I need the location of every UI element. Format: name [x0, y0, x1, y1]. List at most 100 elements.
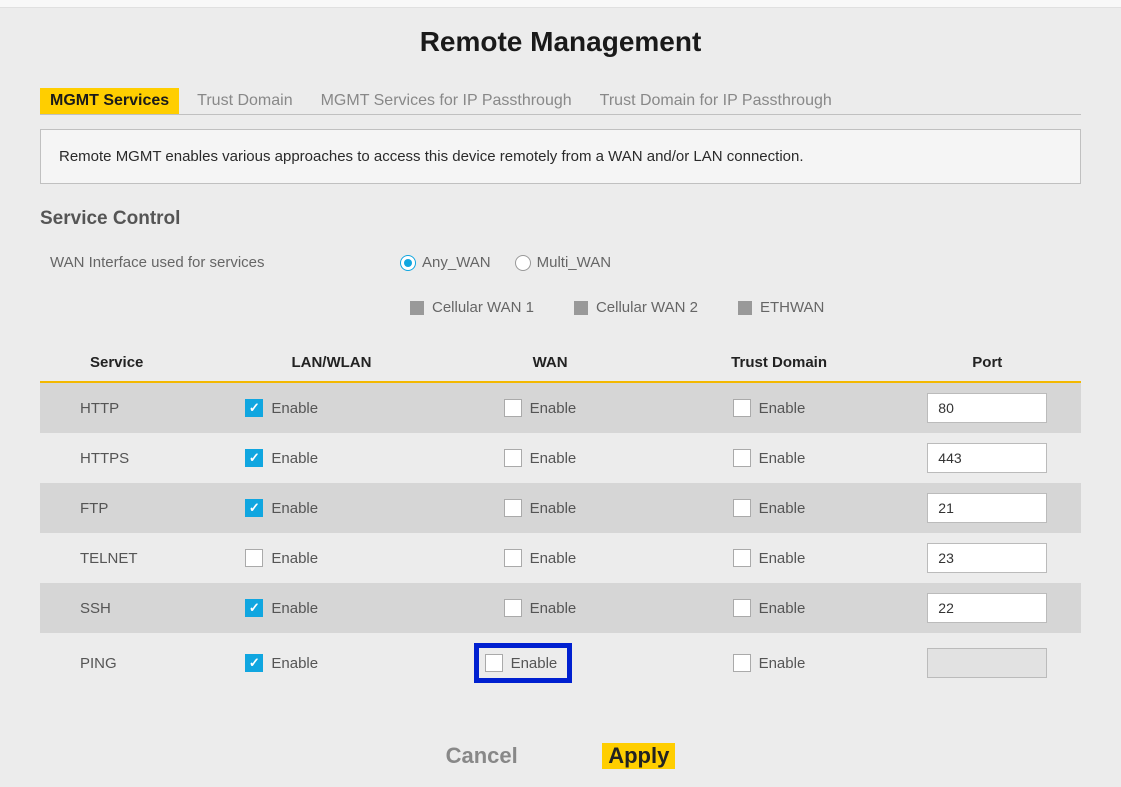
checkbox-label: Enable	[271, 600, 318, 617]
table-row: TELNET Enable Enable Enable	[40, 533, 1081, 583]
action-bar: Cancel Apply	[40, 743, 1081, 769]
cancel-button[interactable]: Cancel	[446, 743, 518, 769]
http-trust-checkbox[interactable]: Enable	[673, 399, 886, 417]
https-trust-checkbox[interactable]: Enable	[673, 449, 886, 467]
tab-mgmt-services-for-ip-passthrough[interactable]: MGMT Services for IP Passthrough	[311, 88, 582, 114]
telnet-port-input[interactable]	[927, 543, 1047, 573]
wan-legend: Cellular WAN 1 Cellular WAN 2 ETHWAN	[410, 299, 1081, 316]
checkbox-label: Enable	[530, 600, 577, 617]
ssh-wan-checkbox[interactable]: Enable	[444, 599, 657, 617]
legend-label: Cellular WAN 1	[432, 299, 534, 316]
telnet-trust-checkbox[interactable]: Enable	[673, 549, 886, 567]
ssh-port-input[interactable]	[927, 593, 1047, 623]
legend-item: Cellular WAN 2	[574, 299, 698, 316]
ssh-trust-checkbox[interactable]: Enable	[673, 599, 886, 617]
checkbox-icon	[504, 449, 522, 467]
table-row: HTTPS ✓ Enable Enable Enable	[40, 433, 1081, 483]
tab-trust-domain[interactable]: Trust Domain	[187, 88, 302, 114]
checkbox-icon: ✓	[245, 599, 263, 617]
ping-lan-checkbox[interactable]: ✓ Enable	[235, 654, 427, 672]
col-lan-wlan: LAN/WLAN	[227, 344, 435, 382]
top-bar	[0, 0, 1121, 8]
http-port-input[interactable]	[927, 393, 1047, 423]
telnet-lan-checkbox[interactable]: Enable	[235, 549, 427, 567]
col-service: Service	[40, 344, 227, 382]
service-name: PING	[40, 633, 227, 693]
col-wan: WAN	[436, 344, 665, 382]
ping-trust-checkbox[interactable]: Enable	[673, 654, 886, 672]
checkbox-label: Enable	[530, 450, 577, 467]
checkbox-label: Enable	[530, 550, 577, 567]
page-title: Remote Management	[40, 26, 1081, 58]
checkbox-icon	[733, 499, 751, 517]
ftp-trust-checkbox[interactable]: Enable	[673, 499, 886, 517]
service-name: HTTPS	[40, 433, 227, 483]
checkbox-label: Enable	[271, 550, 318, 567]
http-wan-checkbox[interactable]: Enable	[444, 399, 657, 417]
col-port: Port	[894, 344, 1081, 382]
http-lan-checkbox[interactable]: ✓ Enable	[235, 399, 427, 417]
table-row: PING ✓ Enable Enable Enable	[40, 633, 1081, 693]
radio-label: Any_WAN	[422, 254, 491, 271]
radio-multi_wan[interactable]: Multi_WAN	[515, 254, 611, 271]
tab-trust-domain-for-ip-passthrough[interactable]: Trust Domain for IP Passthrough	[590, 88, 842, 114]
radio-any_wan[interactable]: Any_WAN	[400, 254, 491, 271]
checkbox-icon	[245, 549, 263, 567]
https-wan-checkbox[interactable]: Enable	[444, 449, 657, 467]
telnet-wan-checkbox[interactable]: Enable	[444, 549, 657, 567]
legend-box-icon	[410, 301, 424, 315]
checkbox-label: Enable	[759, 655, 806, 672]
checkbox-icon	[733, 599, 751, 617]
checkbox-icon	[504, 599, 522, 617]
wan-radio-group: Any_WAN Multi_WAN	[400, 254, 611, 271]
https-port-input[interactable]	[927, 443, 1047, 473]
section-title: Service Control	[40, 208, 1081, 230]
table-row: SSH✓EnableEnableEnable	[40, 583, 1081, 633]
wan-interface-row: WAN Interface used for services Any_WAN M…	[40, 254, 1081, 271]
checkbox-icon	[504, 499, 522, 517]
checkbox-label: Enable	[530, 500, 577, 517]
service-name: FTP	[40, 483, 227, 533]
checkbox-icon: ✓	[245, 499, 263, 517]
service-table: ServiceLAN/WLANWANTrust DomainPort HTTP ✓…	[40, 344, 1081, 693]
https-lan-checkbox[interactable]: ✓ Enable	[235, 449, 427, 467]
checkbox-label: Enable	[530, 400, 577, 417]
table-row: FTP ✓ Enable Enable Enable	[40, 483, 1081, 533]
checkbox-label: Enable	[511, 655, 558, 672]
checkbox-label: Enable	[271, 500, 318, 517]
service-name: HTTP	[40, 382, 227, 433]
checkbox-icon: ✓	[245, 654, 263, 672]
radio-icon	[400, 255, 416, 271]
col-trust-domain: Trust Domain	[665, 344, 894, 382]
legend-item: ETHWAN	[738, 299, 824, 316]
apply-button[interactable]: Apply	[602, 743, 675, 769]
tabs: MGMT Services Trust Domain MGMT Services f…	[40, 88, 1081, 115]
radio-label: Multi_WAN	[537, 254, 611, 271]
ssh-lan-checkbox[interactable]: ✓ Enable	[235, 599, 427, 617]
checkbox-icon: ✓	[245, 399, 263, 417]
wan-interface-label: WAN Interface used for services	[40, 254, 400, 271]
checkbox-label: Enable	[759, 500, 806, 517]
radio-icon	[515, 255, 531, 271]
legend-label: ETHWAN	[760, 299, 824, 316]
ftp-wan-checkbox[interactable]: Enable	[444, 499, 657, 517]
checkbox-label: Enable	[759, 450, 806, 467]
checkbox-icon	[504, 399, 522, 417]
legend-label: Cellular WAN 2	[596, 299, 698, 316]
checkbox-icon	[733, 399, 751, 417]
legend-item: Cellular WAN 1	[410, 299, 534, 316]
ftp-port-input[interactable]	[927, 493, 1047, 523]
checkbox-icon: ✓	[245, 449, 263, 467]
table-row: HTTP ✓ Enable Enable Enable	[40, 382, 1081, 433]
ping-wan-checkbox[interactable]: Enable	[474, 643, 573, 683]
legend-box-icon	[574, 301, 588, 315]
checkbox-label: Enable	[271, 450, 318, 467]
tab-mgmt-services[interactable]: MGMT Services	[40, 88, 179, 114]
ftp-lan-checkbox[interactable]: ✓ Enable	[235, 499, 427, 517]
note-box: Remote MGMT enables various approaches t…	[40, 129, 1081, 184]
service-name: TELNET	[40, 533, 227, 583]
checkbox-label: Enable	[271, 655, 318, 672]
checkbox-label: Enable	[759, 550, 806, 567]
checkbox-icon	[485, 654, 503, 672]
checkbox-label: Enable	[271, 400, 318, 417]
